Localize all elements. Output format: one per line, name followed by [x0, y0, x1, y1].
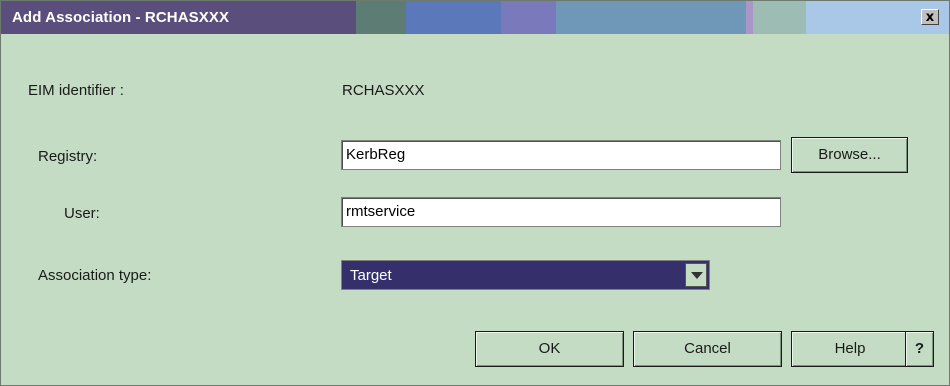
question-icon[interactable]: ?	[905, 331, 934, 367]
registry-field[interactable]: KerbReg	[341, 140, 781, 170]
close-icon[interactable]: x	[921, 9, 939, 25]
association-type-value: Target	[350, 267, 392, 284]
eim-identifier-label: EIM identifier :	[28, 82, 124, 99]
cancel-button[interactable]: Cancel	[633, 331, 782, 367]
browse-button[interactable]: Browse...	[791, 137, 908, 173]
ok-button[interactable]: OK	[475, 331, 624, 367]
chevron-down-icon[interactable]	[685, 263, 707, 287]
association-type-select[interactable]: Target	[341, 260, 710, 290]
window-title: Add Association - RCHASXXX	[12, 9, 230, 26]
help-button[interactable]: Help	[791, 331, 909, 367]
add-association-dialog: Add Association - RCHASXXX x EIM identif…	[0, 0, 950, 386]
eim-identifier-value: RCHASXXX	[342, 82, 425, 99]
user-label: User:	[64, 205, 100, 222]
registry-label: Registry:	[38, 148, 98, 165]
title-bar[interactable]: Add Association - RCHASXXX x	[1, 1, 949, 34]
association-type-label: Association type:	[38, 267, 152, 284]
user-field[interactable]: rmtservice	[341, 197, 781, 227]
